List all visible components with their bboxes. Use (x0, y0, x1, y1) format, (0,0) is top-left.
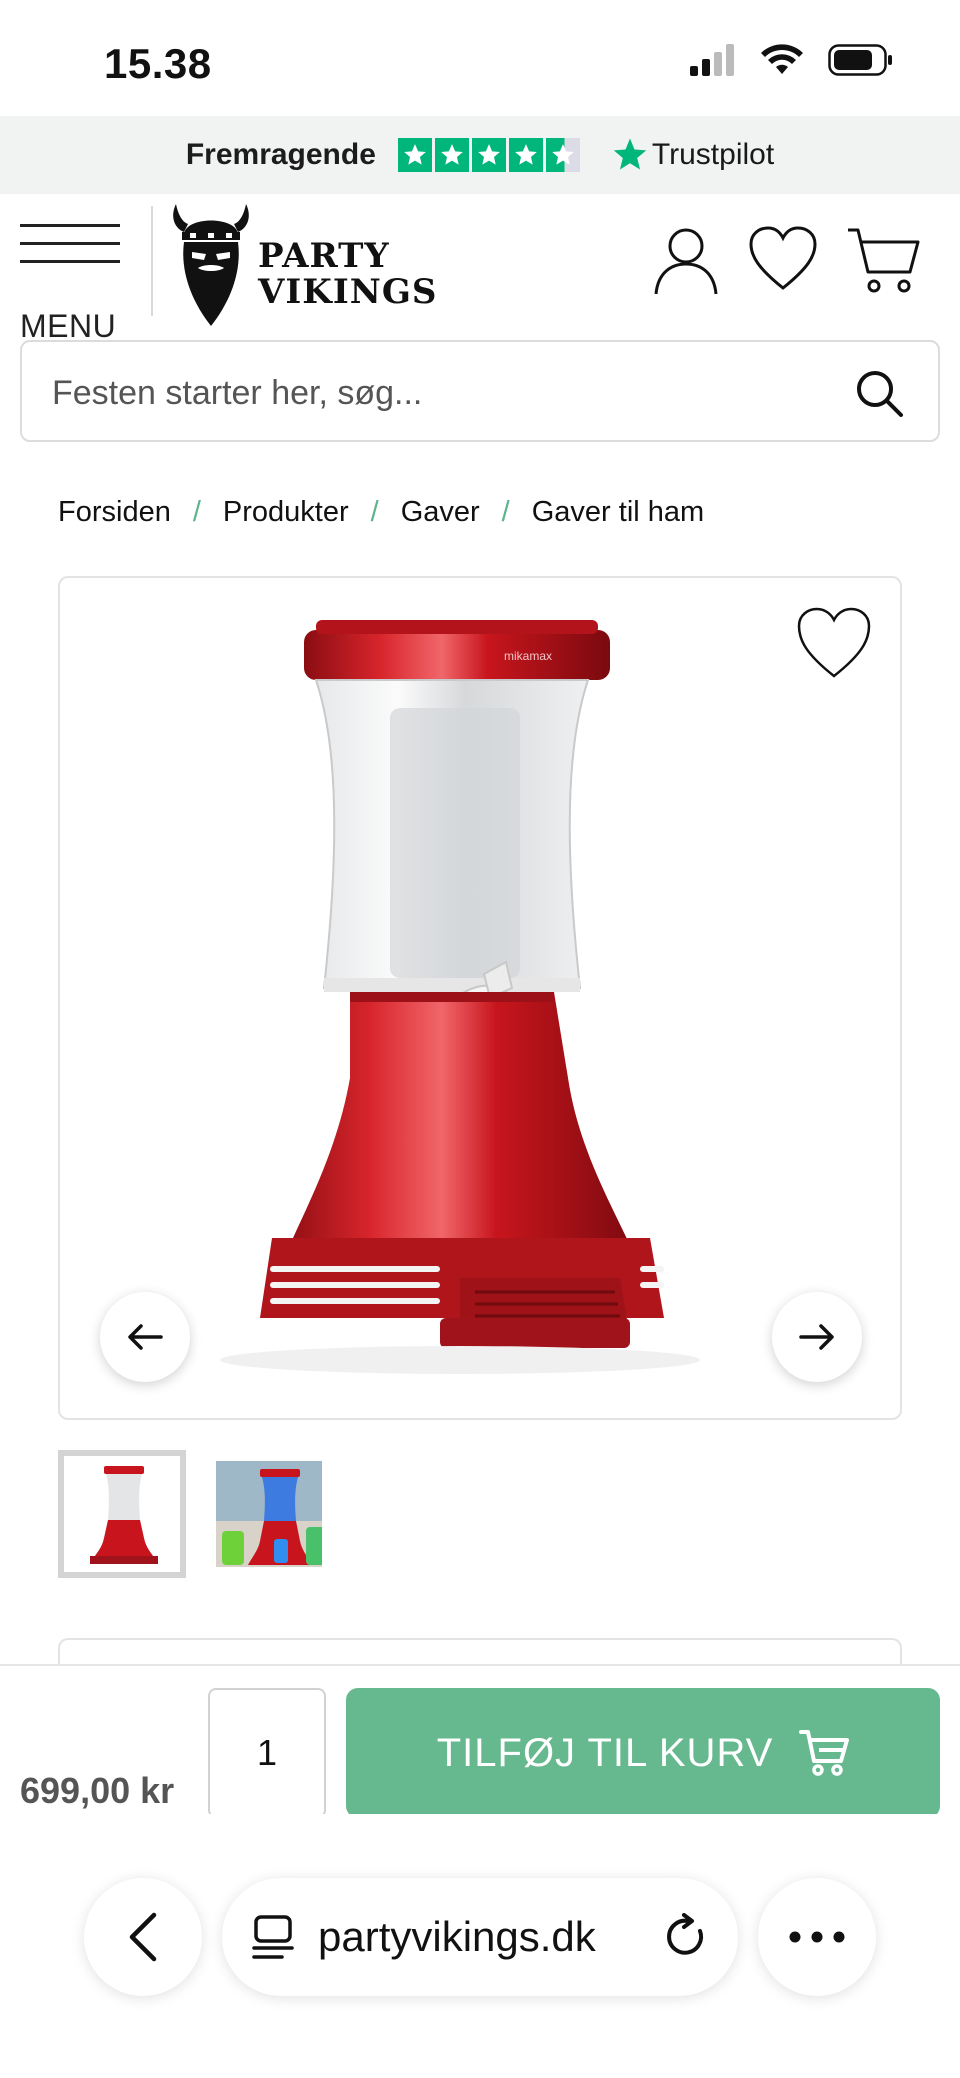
header-divider (151, 206, 153, 316)
arrow-left-icon (128, 1324, 163, 1350)
star-icon (508, 138, 543, 172)
menu-bar-icon (20, 260, 120, 263)
logo-line-2: VIKINGS (258, 272, 438, 312)
site-header: MENU PARTY VIKINGS (0, 194, 960, 344)
wifi-icon (761, 44, 803, 74)
reload-icon[interactable] (664, 1913, 708, 1961)
thumbnail-image (216, 1461, 322, 1567)
signal-icon (690, 44, 734, 76)
breadcrumb: Forsiden / Produkter / Gaver / Gaver til… (58, 496, 704, 529)
breadcrumb-separator: / (192, 496, 201, 528)
thumbnail-image (64, 1456, 180, 1572)
cart-icon (799, 1730, 850, 1776)
viking-head-icon (173, 204, 249, 326)
thumbnail-strip (58, 1450, 328, 1578)
next-image-button[interactable] (772, 1292, 862, 1382)
search-icon[interactable] (854, 368, 904, 418)
chevron-left-icon (129, 1912, 157, 1962)
menu-bar-icon (20, 224, 120, 227)
trustpilot-logo: Trustpilot (612, 137, 774, 173)
battery-icon (828, 44, 892, 76)
star-icon (471, 138, 506, 172)
breadcrumb-separator: / (370, 496, 379, 528)
product-price: 699,00 kr (20, 1770, 175, 1811)
trustpilot-stars (397, 138, 580, 172)
ellipsis-icon (789, 1931, 845, 1943)
wishlist-heart-icon[interactable] (748, 226, 818, 292)
menu-bar-icon (20, 242, 120, 245)
trustpilot-star-icon (613, 138, 647, 170)
add-to-cart-label: TILFØJ TIL KURV (436, 1730, 774, 1775)
product-brand-mark: mikamax (504, 649, 552, 663)
thumbnail-2[interactable] (210, 1455, 328, 1573)
url-text: partyvikings.dk (318, 1913, 596, 1960)
star-icon (397, 138, 432, 172)
back-button[interactable] (84, 1878, 202, 1996)
trustpilot-banner[interactable]: Fremragende Trustpilot (0, 116, 960, 194)
breadcrumb-item[interactable]: Produkter (223, 496, 349, 529)
thumbnail-1[interactable] (58, 1450, 186, 1578)
more-options-button[interactable] (758, 1878, 876, 1996)
logo-text: PARTY VIKINGS (258, 238, 437, 310)
logo-line-1: PARTY (258, 236, 390, 276)
half-star-icon (545, 138, 580, 172)
status-icons (690, 44, 894, 76)
menu-button[interactable]: MENU (20, 224, 124, 344)
breadcrumb-item[interactable]: Gaver (401, 496, 480, 529)
previous-image-button[interactable] (100, 1292, 190, 1382)
star-icon (434, 138, 469, 172)
browser-toolbar: partyvikings.dk (0, 1814, 960, 2078)
search-bar (20, 340, 940, 442)
product-gallery: mikamax (58, 576, 902, 1420)
site-logo[interactable]: PARTY VIKINGS (168, 202, 436, 327)
quantity-input[interactable] (208, 1688, 326, 1818)
add-to-cart-button[interactable]: TILFØJ TIL KURV (346, 1688, 940, 1818)
page-menu-icon (252, 1915, 294, 1959)
favorite-heart-icon[interactable] (796, 606, 872, 682)
breadcrumb-item[interactable]: Gaver til ham (532, 496, 704, 529)
arrow-right-icon (799, 1324, 834, 1350)
add-to-cart-bar: 699,00 kr TILFØJ TIL KURV (0, 1664, 960, 1818)
search-input[interactable] (52, 366, 832, 420)
breadcrumb-item[interactable]: Forsiden (58, 496, 171, 529)
clock: 15.38 (104, 40, 212, 87)
account-icon[interactable] (652, 226, 720, 296)
cart-icon[interactable] (846, 226, 920, 298)
trustpilot-brand-text: Trustpilot (651, 138, 775, 171)
address-bar[interactable]: partyvikings.dk (222, 1878, 738, 1996)
breadcrumb-separator: / (501, 496, 510, 528)
product-image[interactable]: mikamax (60, 578, 902, 1420)
trustpilot-rating-label: Fremragende (185, 138, 376, 171)
status-bar: 15.38 (0, 0, 960, 116)
